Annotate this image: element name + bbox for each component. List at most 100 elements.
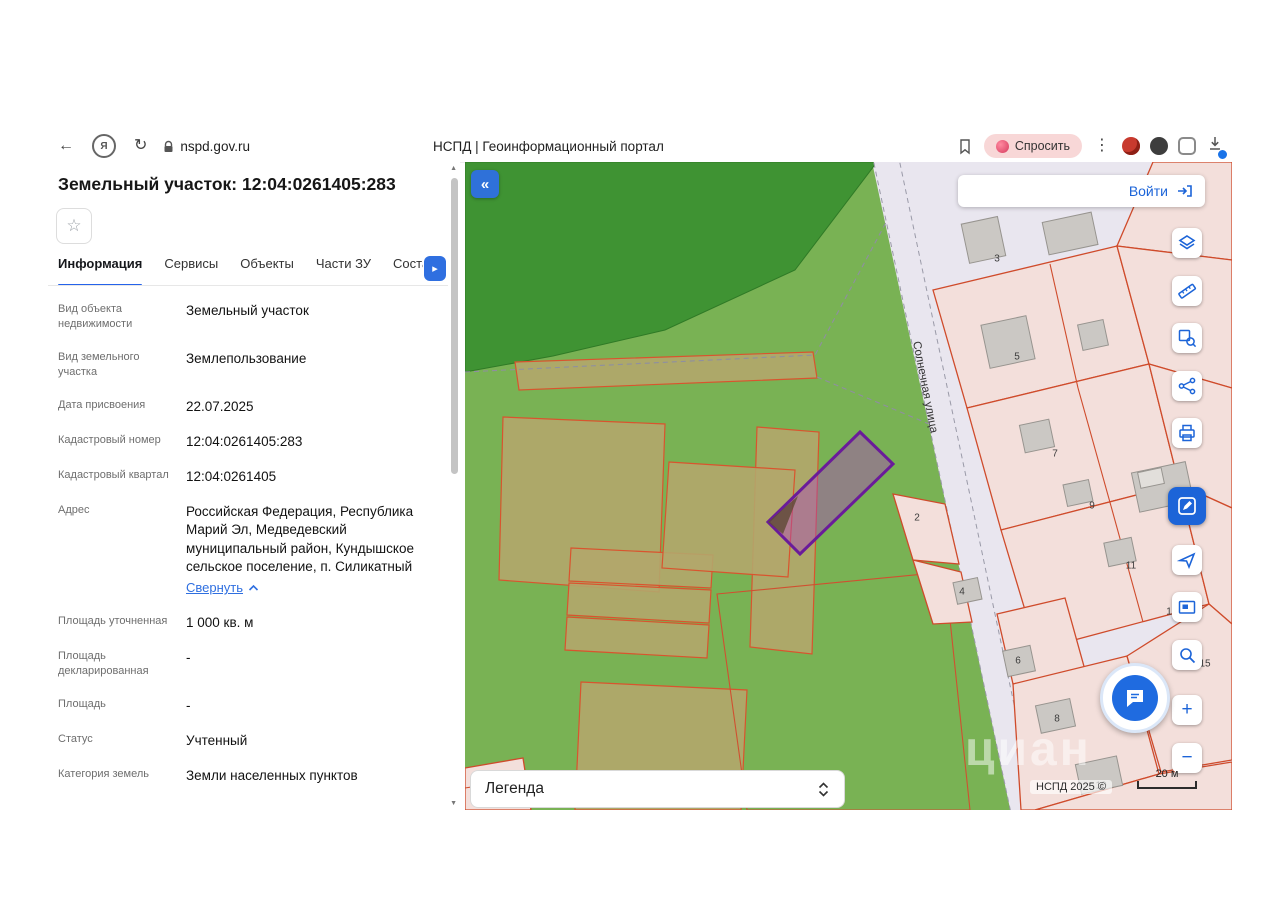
downloads-icon[interactable]	[1206, 135, 1228, 160]
row-label: Категория земель	[58, 768, 149, 781]
row-value: Землепользование	[186, 350, 307, 366]
print-icon	[1179, 424, 1195, 442]
extension-icon[interactable]	[1122, 137, 1140, 155]
row-value: 1 000 кв. м	[186, 614, 254, 630]
scale-bar: 20 м	[1137, 768, 1197, 789]
tab-parts[interactable]: Части ЗУ	[316, 256, 371, 286]
lock-icon	[164, 140, 173, 152]
row-value: Учтенный	[186, 732, 248, 748]
chevron-up-icon	[248, 584, 259, 591]
parcel-number: 5	[1014, 351, 1020, 363]
row-label: Площадь декларированная	[58, 649, 149, 678]
info-row: Площадь декларированная -	[58, 649, 448, 680]
share-button[interactable]	[1172, 371, 1202, 401]
info-row: Категория земель Земли населенных пункто…	[58, 767, 448, 785]
info-row: Вид объекта недвижимости Земельный участ…	[58, 302, 448, 333]
locate-button[interactable]	[1172, 545, 1202, 575]
browser-window: ← Я ↻ nspd.gov.ru НСПД | Геоинформационн…	[48, 130, 1232, 810]
watermark: циан	[965, 723, 1092, 776]
parcel-number: 4	[959, 586, 965, 598]
panel-scrollbar[interactable]: ▲ ▼	[449, 164, 459, 808]
info-row: Дата присвоения 22.07.2025	[58, 398, 448, 416]
tab-composition[interactable]: Соста	[393, 256, 423, 286]
measure-button[interactable]	[1172, 276, 1202, 306]
browser-toolbar: ← Я ↻ nspd.gov.ru НСПД | Геоинформационн…	[48, 130, 1232, 163]
collapse-panel-button[interactable]: «	[471, 170, 499, 198]
info-rows: Вид объекта недвижимости Земельный участ…	[58, 302, 448, 802]
scrollbar-thumb[interactable]	[451, 178, 458, 474]
browser-logo-icon[interactable]: Я	[92, 134, 116, 158]
info-row: Статус Учтенный	[58, 732, 448, 750]
tab-objects[interactable]: Объекты	[240, 256, 294, 286]
layers-button[interactable]	[1172, 228, 1202, 258]
overview-map-icon	[1178, 600, 1196, 614]
layers-icon	[1178, 235, 1196, 250]
legend-label: Легенда	[485, 780, 544, 797]
refresh-icon[interactable]: ↻	[124, 138, 157, 154]
collapse-address-link[interactable]: Свернуть	[186, 579, 243, 597]
zoom-area-button[interactable]	[1172, 640, 1202, 670]
info-row: Кадастровый квартал 12:04:0261405	[58, 468, 448, 486]
tabs-next-button[interactable]: ▸	[424, 256, 446, 281]
parcel-number: 2	[914, 512, 920, 524]
info-row: Кадастровый номер 12:04:0261405:283	[58, 433, 448, 451]
row-value: 22.07.2025	[186, 398, 254, 414]
back-icon[interactable]: ←	[48, 138, 84, 154]
parcel-number: 6	[1015, 655, 1021, 667]
row-label: Вид земельного участка	[58, 350, 140, 379]
navigation-arrow-icon	[1177, 552, 1196, 570]
draw-icon	[1178, 497, 1196, 515]
magnifier-icon	[1180, 648, 1196, 664]
chat-bubble-icon	[1127, 690, 1143, 707]
parcel-number: 1	[1166, 606, 1172, 618]
tabs-divider	[48, 285, 448, 286]
parcel-number: 8	[1054, 713, 1060, 725]
ask-label: Спросить	[1014, 139, 1070, 153]
scroll-down-icon[interactable]: ▼	[450, 800, 457, 807]
info-row-address: Адрес Российская Федерация, Республика М…	[58, 503, 448, 596]
info-row: Площадь -	[58, 697, 448, 715]
row-label: Вид объекта недвижимости	[58, 303, 133, 331]
panel-title: Земельный участок: 12:04:0261405:283	[58, 174, 396, 194]
extension-icon[interactable]	[1150, 137, 1168, 155]
parcel-number: 7	[1052, 448, 1058, 460]
row-value: 12:04:0261405	[186, 469, 277, 484]
row-label: Площадь уточненная	[58, 614, 168, 627]
login-button[interactable]: Войти	[958, 175, 1205, 207]
feedback-draw-button[interactable]	[1168, 487, 1206, 525]
row-label: Статус	[58, 732, 93, 745]
parcel-number: 9	[1089, 500, 1095, 512]
scroll-up-icon[interactable]: ▲	[450, 165, 457, 172]
favorite-button[interactable]: ☆	[56, 208, 92, 244]
tab-bar: Информация Сервисы Объекты Части ЗУ Сост…	[58, 256, 423, 286]
overview-map-button[interactable]	[1172, 592, 1202, 622]
download-badge	[1217, 149, 1228, 160]
sort-chevrons-icon	[818, 781, 829, 797]
scale-label: 20 м	[1155, 768, 1179, 780]
print-button[interactable]	[1172, 418, 1202, 448]
chat-fab-button[interactable]	[1100, 663, 1170, 733]
tab-information[interactable]: Информация	[58, 256, 143, 286]
info-row: Площадь уточненная 1 000 кв. м	[58, 614, 448, 632]
map-attribution: НСПД 2025 ©	[1030, 780, 1112, 794]
row-value: 12:04:0261405:283	[186, 433, 303, 449]
address-bar[interactable]: nspd.gov.ru	[163, 139, 250, 154]
object-search-icon	[1178, 329, 1197, 348]
row-label: Площадь	[58, 697, 106, 710]
menu-dots-icon[interactable]: ⋮	[1092, 138, 1112, 154]
object-search-button[interactable]	[1172, 323, 1202, 353]
map-container: Солнечная улица циан 3 5 7 2 9 11 4 1 6 …	[465, 162, 1232, 810]
bookmark-icon[interactable]	[956, 137, 974, 155]
extension-icon[interactable]	[1178, 137, 1196, 155]
zoom-in-button[interactable]: +	[1172, 695, 1202, 725]
row-value: -	[186, 649, 191, 665]
info-row: Вид земельного участка Землепользование	[58, 350, 448, 381]
legend-dropdown[interactable]: Легенда	[470, 770, 845, 808]
tab-services[interactable]: Сервисы	[164, 256, 218, 286]
page-title: НСПД | Геоинформационный портал	[433, 138, 664, 154]
row-label: Дата присвоения	[58, 398, 146, 411]
row-label: Адрес	[58, 504, 90, 517]
row-value: Земли населенных пунктов	[186, 768, 358, 784]
share-icon	[1178, 377, 1196, 395]
ask-button[interactable]: Спросить	[983, 134, 1082, 158]
